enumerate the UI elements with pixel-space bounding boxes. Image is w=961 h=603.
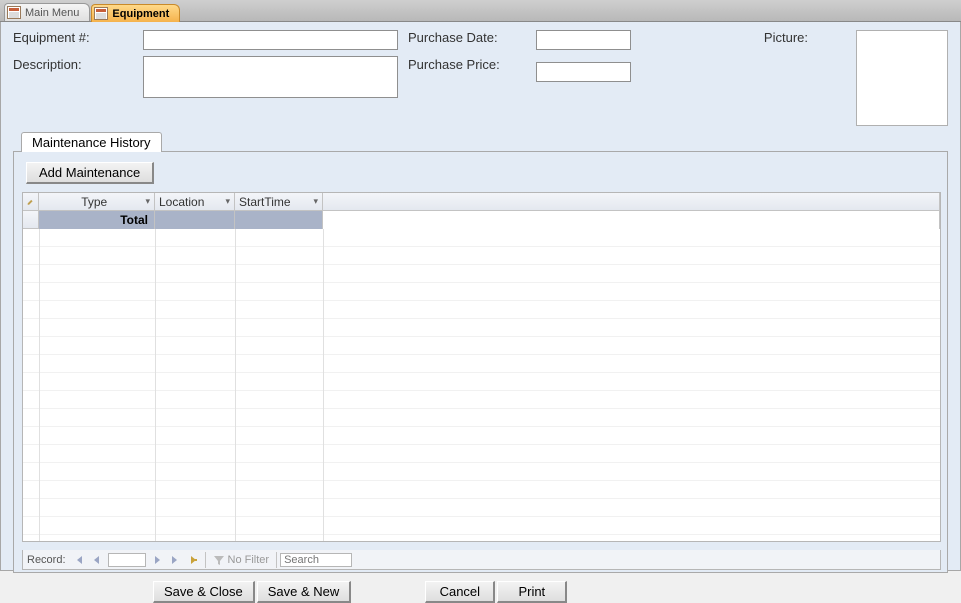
purchase-date-input[interactable] xyxy=(536,30,631,50)
nav-first-button[interactable] xyxy=(70,552,88,568)
picture-label: Picture: xyxy=(764,30,808,45)
column-label: Type xyxy=(43,195,145,209)
filter-icon xyxy=(213,554,225,566)
nav-prev-button[interactable] xyxy=(88,552,106,568)
total-row-label: Total xyxy=(39,211,155,229)
maintenance-subform-pane: Add Maintenance Type ▾ Location ▾ xyxy=(13,151,948,573)
tab-main-menu[interactable]: Main Menu xyxy=(4,3,90,21)
column-header-blank xyxy=(323,193,940,210)
form-icon xyxy=(7,6,21,19)
record-label: Record: xyxy=(23,554,70,566)
tab-label: Main Menu xyxy=(25,7,79,19)
tab-equipment[interactable]: Equipment xyxy=(91,4,180,22)
total-cell-starttime xyxy=(235,211,323,229)
column-label: Location xyxy=(159,195,204,209)
tab-label: Equipment xyxy=(112,8,169,20)
sub-tab-label: Maintenance History xyxy=(32,135,151,150)
save-close-button[interactable]: Save & Close xyxy=(153,581,255,603)
column-label: StartTime xyxy=(239,195,291,209)
nav-last-button[interactable] xyxy=(166,552,184,568)
header-fields: Equipment #: Description: Purchase Date:… xyxy=(13,30,948,126)
total-cell-blank xyxy=(323,211,940,229)
cancel-button[interactable]: Cancel xyxy=(425,581,495,603)
purchase-date-label: Purchase Date: xyxy=(408,30,498,45)
maintenance-grid: Type ▾ Location ▾ StartTime ▾ Total xyxy=(22,192,941,542)
button-label: Print xyxy=(518,584,545,599)
total-cell-location xyxy=(155,211,235,229)
button-label: Save & Close xyxy=(164,584,243,599)
button-label: Cancel xyxy=(440,584,480,599)
pencil-icon xyxy=(27,197,34,207)
dropdown-icon: ▾ xyxy=(313,196,318,207)
column-header-location[interactable]: Location ▾ xyxy=(155,193,235,210)
select-all-corner[interactable] xyxy=(23,193,39,210)
button-label: Add Maintenance xyxy=(39,165,140,180)
dropdown-icon: ▾ xyxy=(145,196,150,207)
filter-label: No Filter xyxy=(228,554,270,566)
equipment-no-label: Equipment #: xyxy=(13,30,90,45)
filter-indicator[interactable]: No Filter xyxy=(209,554,274,566)
equipment-no-input[interactable] xyxy=(143,30,398,50)
document-tab-bar: Main Menu Equipment xyxy=(0,0,961,22)
grid-total-row: Total xyxy=(23,211,940,229)
search-input[interactable] xyxy=(280,553,352,567)
form-icon xyxy=(94,7,108,20)
save-new-button[interactable]: Save & New xyxy=(257,581,352,603)
button-label: Save & New xyxy=(268,584,340,599)
print-button[interactable]: Print xyxy=(497,581,567,603)
grid-body[interactable] xyxy=(23,229,940,542)
equipment-form-body: Equipment #: Description: Purchase Date:… xyxy=(0,22,961,571)
footer-buttons: Save & Close Save & New Cancel Print xyxy=(13,581,948,603)
subform-container: Maintenance History Add Maintenance Type… xyxy=(13,132,948,573)
purchase-price-input[interactable] xyxy=(536,62,631,82)
grid-header: Type ▾ Location ▾ StartTime ▾ xyxy=(23,193,940,211)
picture-box[interactable] xyxy=(856,30,948,126)
total-row-selector[interactable] xyxy=(23,211,39,229)
record-number-input[interactable] xyxy=(108,553,146,567)
description-input[interactable] xyxy=(143,56,398,98)
nav-next-button[interactable] xyxy=(148,552,166,568)
nav-new-button[interactable] xyxy=(184,552,202,568)
description-label: Description: xyxy=(13,57,82,72)
dropdown-icon: ▾ xyxy=(225,196,230,207)
record-navigator: Record: No Filter xyxy=(22,550,941,570)
column-header-type[interactable]: Type ▾ xyxy=(39,193,155,210)
add-maintenance-button[interactable]: Add Maintenance xyxy=(26,162,154,184)
purchase-price-label: Purchase Price: xyxy=(408,57,500,72)
column-header-starttime[interactable]: StartTime ▾ xyxy=(235,193,323,210)
tab-maintenance-history[interactable]: Maintenance History xyxy=(21,132,162,152)
